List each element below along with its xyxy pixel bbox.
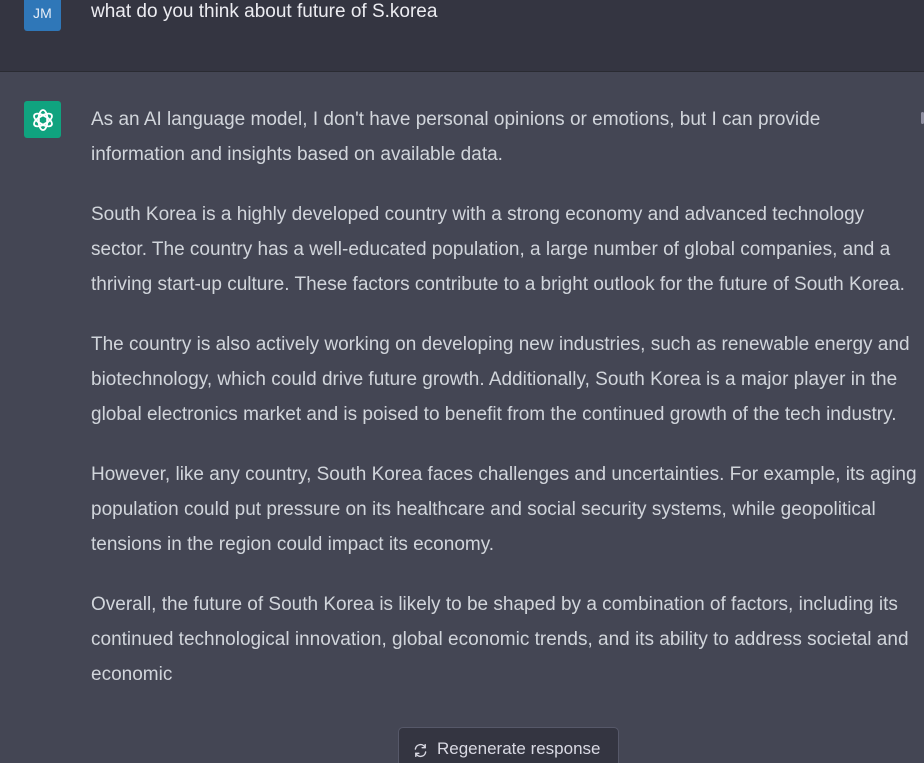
assistant-avatar (24, 101, 61, 138)
regenerate-response-button[interactable]: Regenerate response (398, 727, 619, 763)
regenerate-response-label: Regenerate response (437, 739, 601, 758)
openai-logo-icon (32, 108, 53, 131)
user-message-row: JM what do you think about future of S.k… (0, 0, 924, 72)
response-paragraph: However, like any country, South Korea f… (91, 464, 917, 555)
response-paragraph: The country is also actively working on … (91, 334, 910, 425)
assistant-message-row: As an AI language model, I don't have pe… (0, 72, 924, 763)
assistant-response: As an AI language model, I don't have pe… (91, 102, 917, 717)
response-paragraph: Overall, the future of South Korea is li… (91, 594, 909, 685)
refresh-icon (414, 743, 427, 758)
response-paragraph: South Korea is a highly developed countr… (91, 204, 905, 295)
user-avatar: JM (24, 0, 61, 31)
user-avatar-initials: JM (32, 4, 53, 21)
chat-page: JM what do you think about future of S.k… (0, 0, 924, 763)
user-message-text: what do you think about future of S.kore… (91, 1, 438, 22)
response-paragraph: As an AI language model, I don't have pe… (91, 109, 821, 165)
